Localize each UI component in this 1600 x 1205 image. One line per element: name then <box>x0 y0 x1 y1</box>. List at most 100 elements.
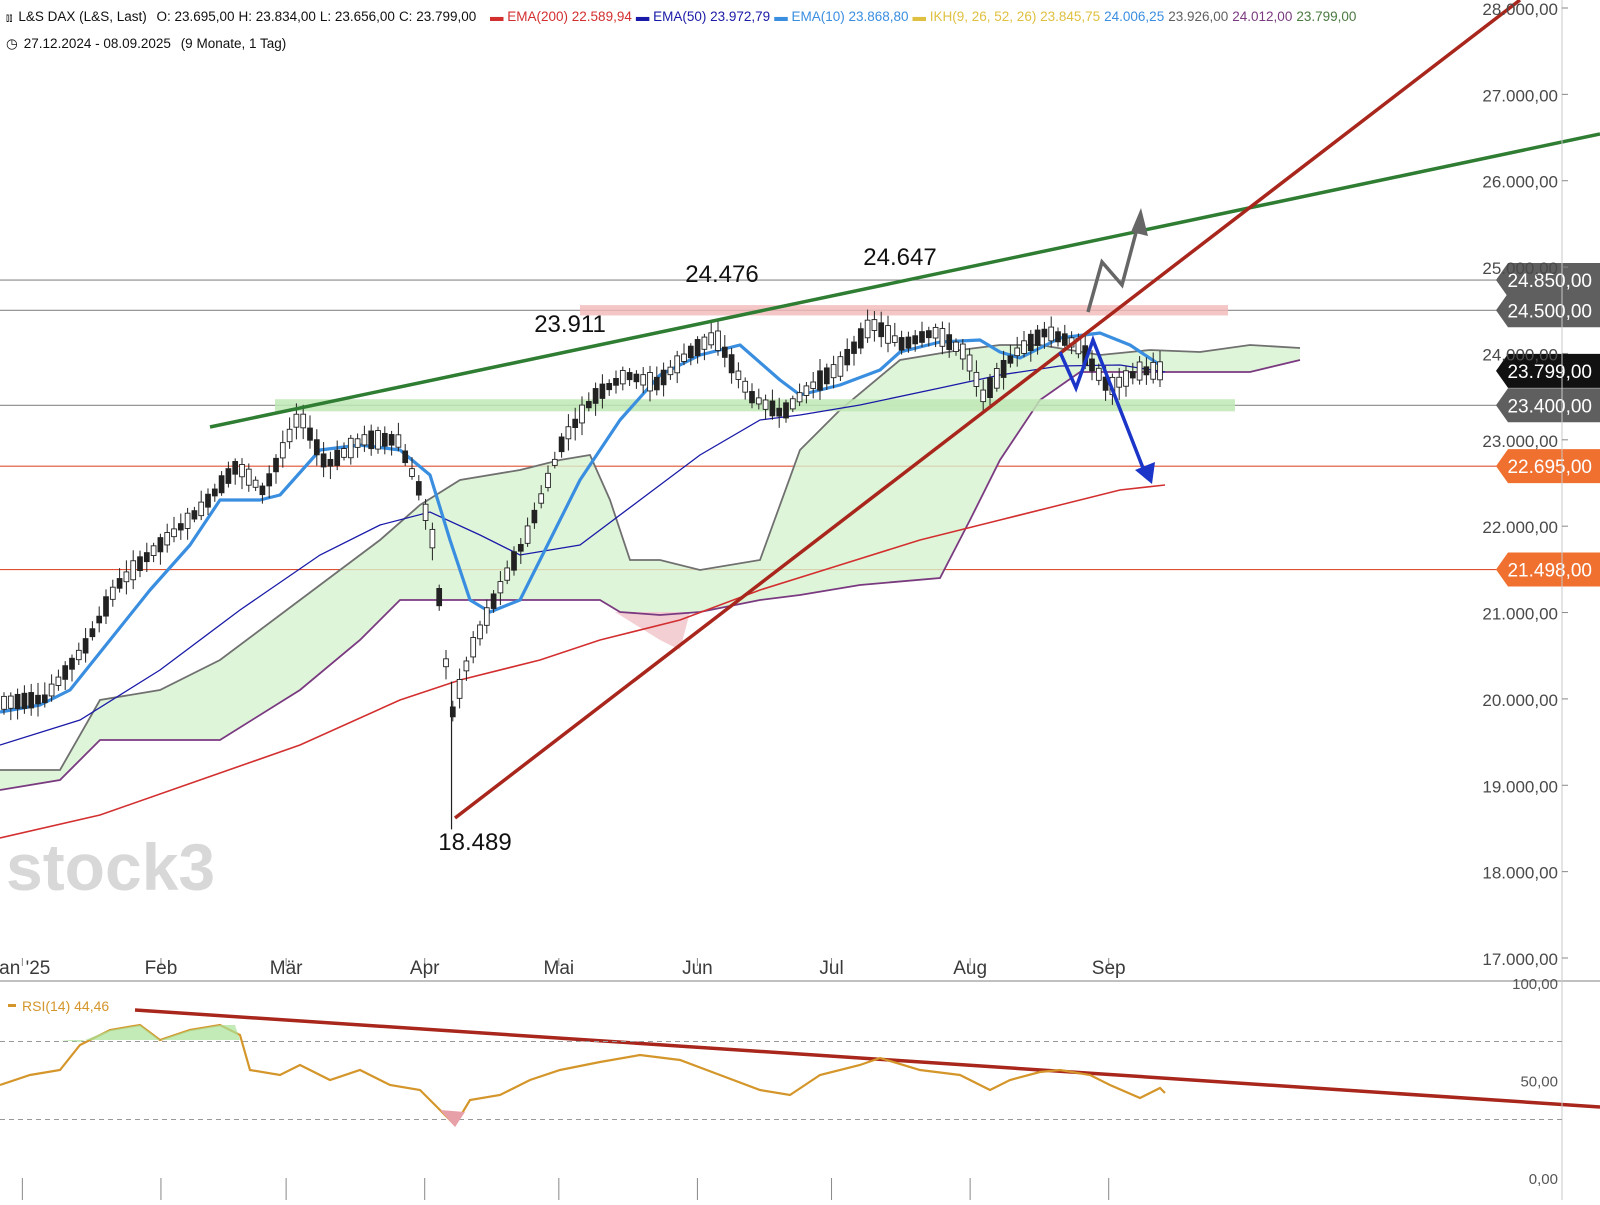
candle-bull <box>1116 376 1123 388</box>
ikh-extra-value: 23.799,00 <box>1296 9 1357 24</box>
candle-bear <box>1055 331 1061 343</box>
candle-bull <box>130 560 137 581</box>
x-month-label: Jan '25 <box>0 958 50 979</box>
candle-bear <box>844 348 851 366</box>
candle-bear <box>1041 328 1048 338</box>
rsi-y-tick-label: 50,00 <box>1520 1074 1558 1091</box>
candle-bear <box>878 322 885 338</box>
candle-bear <box>585 401 592 409</box>
stock3-watermark: stock3 <box>6 830 215 904</box>
symbol-name[interactable]: L&S DAX (L&S, Last) <box>18 9 146 24</box>
candle-bull <box>1 695 7 710</box>
chart-container[interactable]: 18.489 23.911 24.476 24.647 24.850,00 24.500,… <box>0 0 1600 1200</box>
candle-bear <box>633 373 640 383</box>
time-axis: Jan '25 Feb Mär Apr Mai Jun Jul Aug Sep <box>0 958 1126 1200</box>
rsi-legend-label: RSI(14) 44,46 <box>22 998 109 1014</box>
candle-bear <box>599 383 606 399</box>
candle-bear <box>21 692 28 709</box>
candle-bull <box>959 343 966 360</box>
rsi-panel: 0,00 50,00 100,00 RSI(14) 44,46 <box>0 976 1562 1188</box>
candle-bull <box>932 326 939 339</box>
candle-bull <box>1021 340 1027 354</box>
candle-bear <box>572 418 579 429</box>
candle-bull <box>830 364 837 379</box>
candle-bull <box>708 332 715 346</box>
candle-bull <box>55 676 62 686</box>
x-month-label: Sep <box>1092 958 1126 979</box>
price-tag-label: 24.500,00 <box>1507 301 1592 322</box>
y-tick-label: 27.000,00 <box>1482 86 1558 105</box>
legend-ikh[interactable]: ▬ IKH(9, 26, 52, 26) 23.845,75 <box>913 9 1101 24</box>
candle-bear <box>415 481 422 496</box>
candle-bear <box>592 388 599 404</box>
x-month-label: Jul <box>819 958 843 979</box>
candle-bull <box>803 385 810 396</box>
candle-bull <box>579 404 585 424</box>
candle-bull <box>715 330 721 351</box>
candle-bear <box>511 551 517 571</box>
candle-bear <box>89 628 96 638</box>
candle-bear <box>823 367 830 385</box>
candle-bear <box>103 596 109 617</box>
ikh-extra-value: 24.012,00 <box>1232 9 1293 24</box>
candle-bull <box>551 458 558 466</box>
candle-bear <box>62 665 69 680</box>
candle-bull <box>286 428 293 443</box>
candle-bear <box>783 402 789 419</box>
candle-bull <box>7 695 14 709</box>
ohlc-h: H: 23.834,00 <box>238 9 316 24</box>
candle-bear <box>1007 355 1014 364</box>
price-chart-svg[interactable]: 18.48923.91124.47624.64724.850,0024.500,… <box>0 0 1600 1200</box>
y-tick-label: 20.000,00 <box>1482 691 1558 710</box>
candle-bear <box>211 488 218 497</box>
candle-bull <box>109 586 116 600</box>
candle-bull <box>810 381 817 389</box>
candle-bull <box>470 637 477 658</box>
candle-bear <box>334 449 341 466</box>
candle-bear <box>191 510 198 520</box>
candle-bear <box>116 578 123 589</box>
chart-header-line-1: ⫾⫾ L&S DAX (L&S, Last) O: 23.695,00 H: 23.… <box>6 9 1366 24</box>
candle-bull <box>48 683 55 697</box>
date-range: 27.12.2024 - 08.09.2025 <box>23 36 171 51</box>
y-tick-label: 19.000,00 <box>1482 777 1558 796</box>
candle-bull <box>171 528 177 538</box>
candle-bull <box>409 468 415 477</box>
candle-bear <box>436 588 443 607</box>
candle-bear <box>157 537 164 553</box>
candle-bear <box>1061 333 1068 346</box>
y-tick-label: 23.000,00 <box>1482 432 1558 451</box>
candle-bull <box>497 581 504 594</box>
candle-bear <box>218 475 225 494</box>
candle-bull <box>1150 361 1157 380</box>
candle-bull <box>477 624 483 640</box>
candle-bull <box>1123 370 1129 387</box>
price-axis: 17.000,00 18.000,00 19.000,00 20.000,00 21.0… <box>1482 0 1568 1200</box>
y-tick-label: 25.000,00 <box>1482 259 1558 278</box>
candle-bull <box>279 442 286 459</box>
clock-icon: ◷ <box>6 36 18 51</box>
candle-bear <box>313 439 320 456</box>
candle-bull <box>538 493 545 504</box>
legend-ema[interactable]: ▬ EMA(50) 23.972,79 <box>636 9 770 24</box>
candle-bear <box>558 436 565 453</box>
candle-bull <box>953 341 959 352</box>
ohlc-l: L: 23.656,00 <box>319 9 395 24</box>
candle-bear <box>307 427 313 441</box>
candle-bear <box>205 493 211 508</box>
candle-bull <box>742 380 749 393</box>
rsi-downtrend-line <box>134 1008 1600 1109</box>
candle-bear <box>749 391 755 404</box>
y-tick-label: 18.000,00 <box>1482 864 1558 883</box>
y-tick-label: 28.000,00 <box>1482 0 1558 19</box>
candle-bull <box>755 397 762 405</box>
candle-bear <box>1089 358 1095 372</box>
candle-bear <box>912 335 919 345</box>
candle-bear <box>368 430 375 450</box>
candle-bull <box>796 392 803 403</box>
candle-bear <box>232 461 239 475</box>
period-label: (9 Monate, 1 Tag) <box>180 36 287 51</box>
legend-ema[interactable]: ▬ EMA(10) 23.868,80 <box>774 9 908 24</box>
candle-bear <box>946 334 953 350</box>
legend-ema[interactable]: ▬ EMA(200) 22.589,94 <box>490 9 632 24</box>
